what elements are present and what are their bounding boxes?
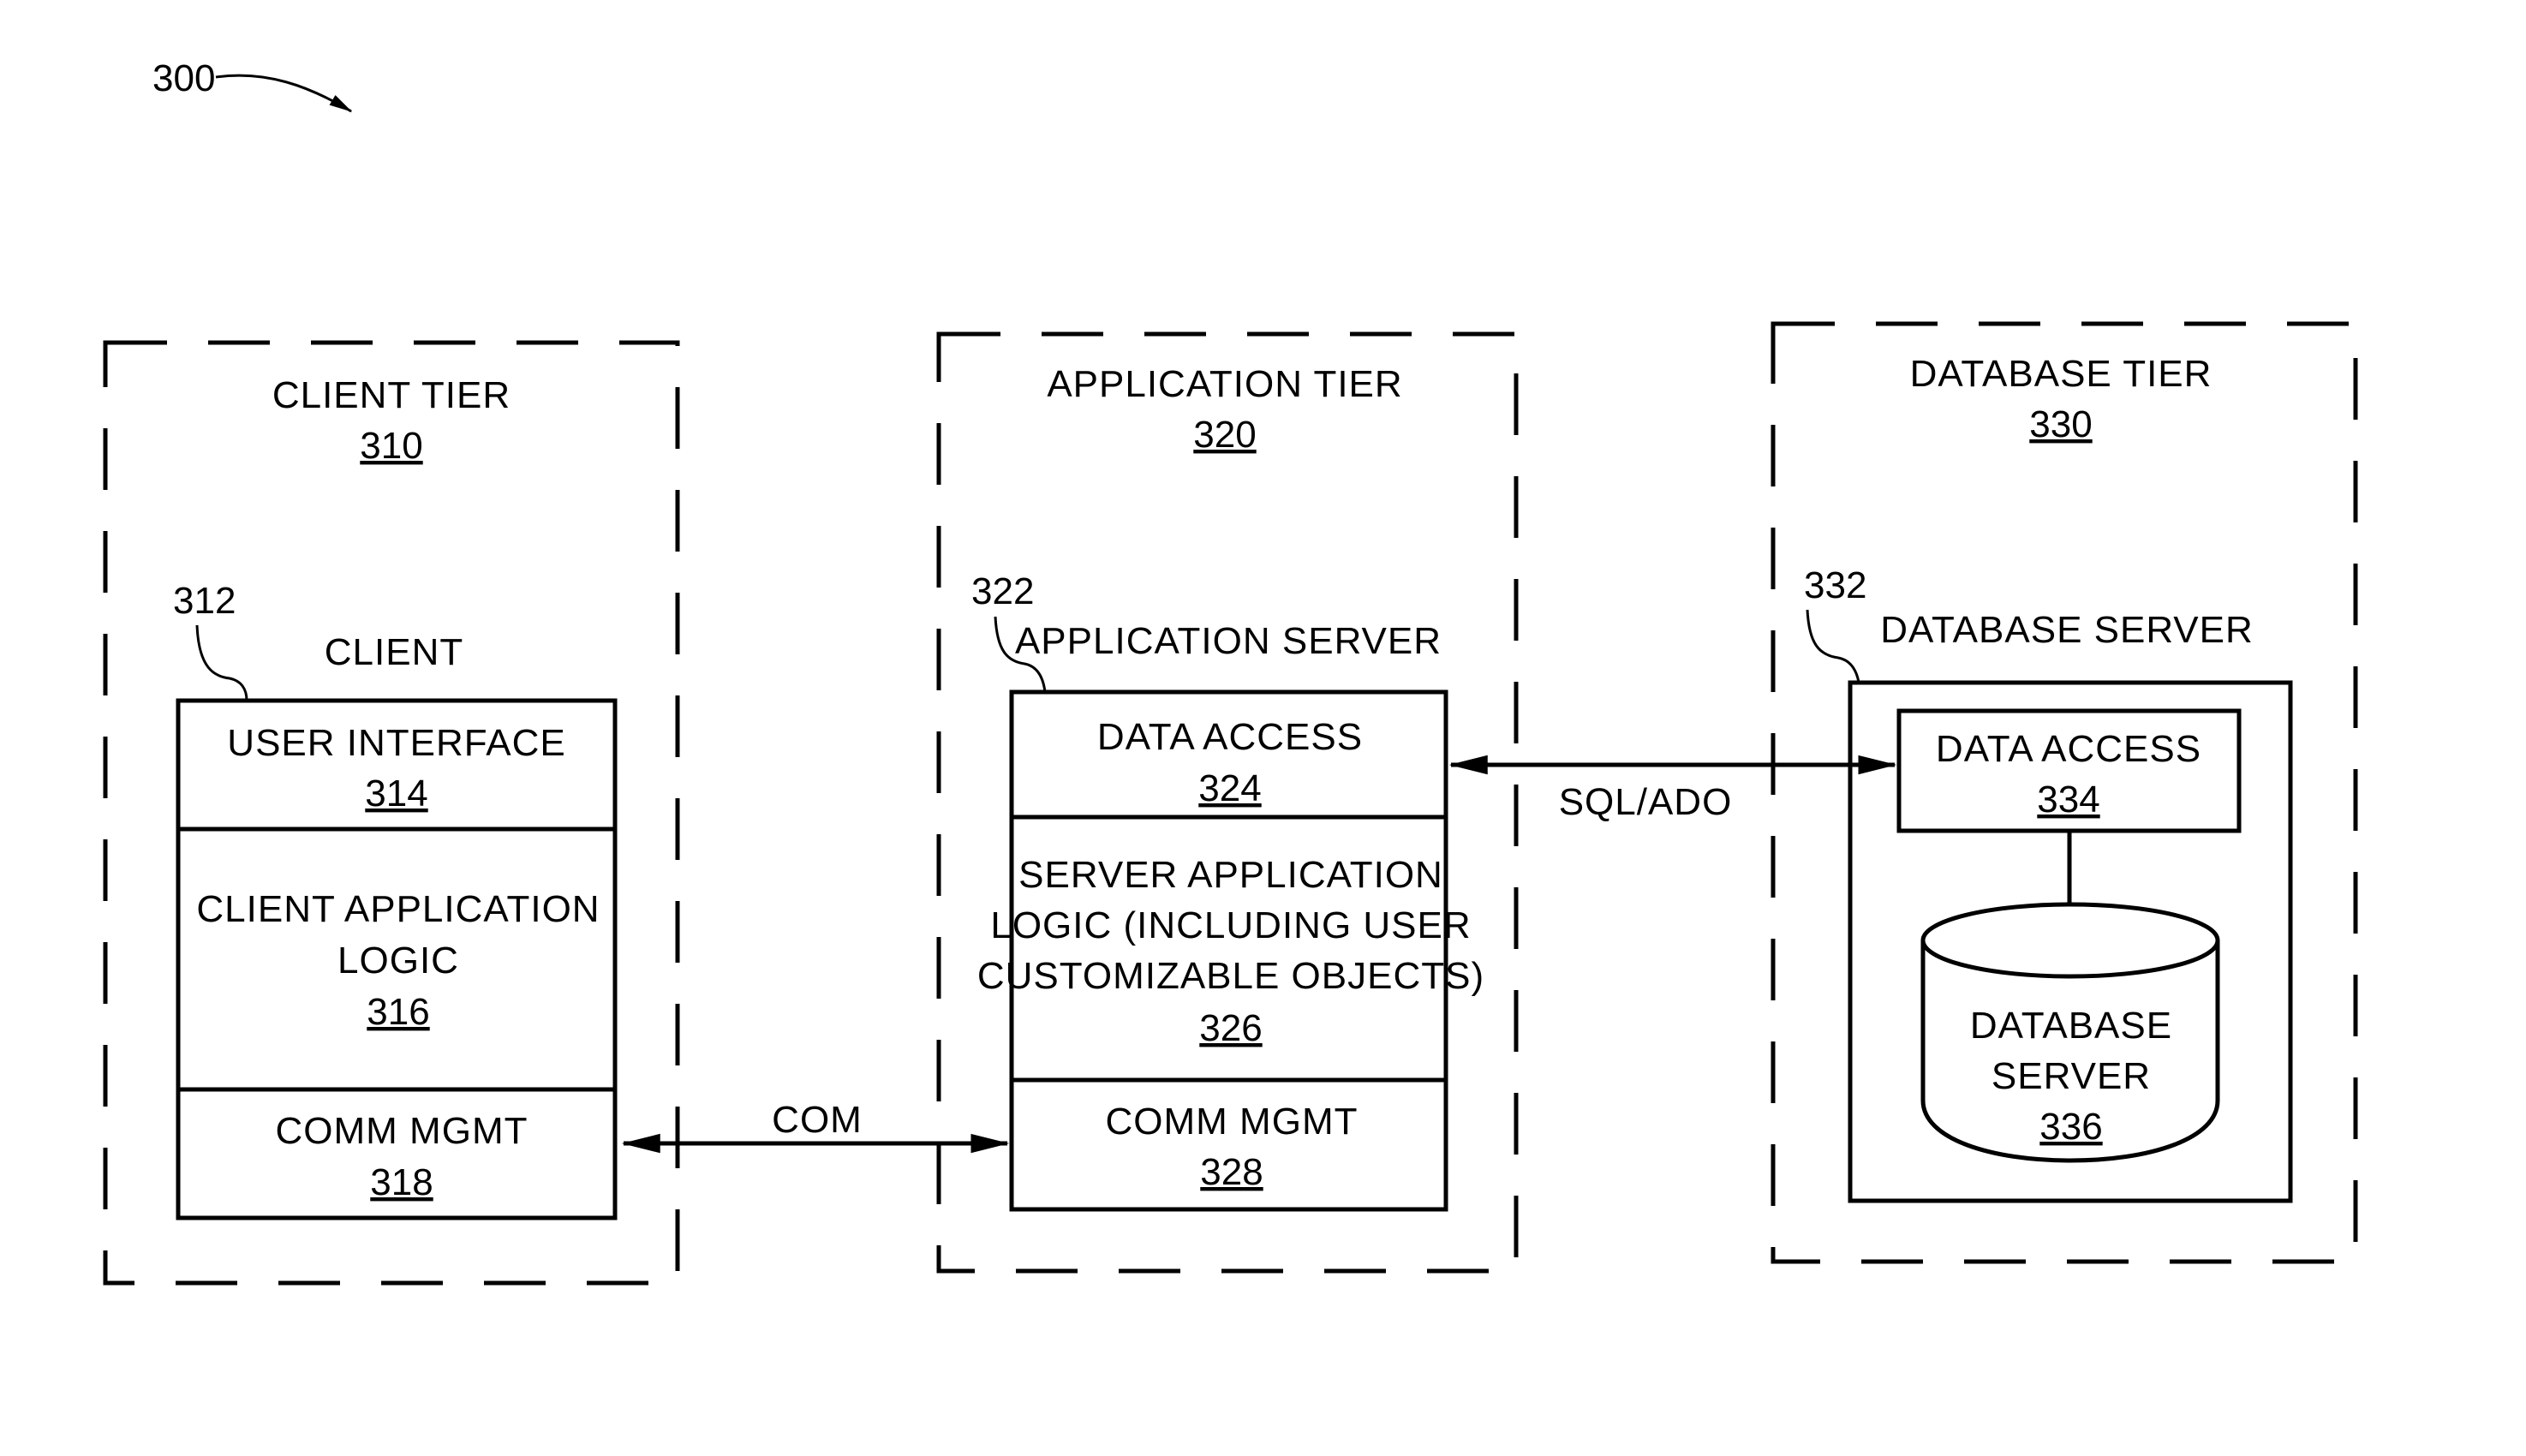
- application-tier-title: APPLICATION TIER: [1047, 363, 1402, 405]
- com-label: COM: [772, 1099, 863, 1141]
- client-comm-mgmt-label: COMM MGMT: [276, 1110, 528, 1152]
- client-box: USER INTERFACE 314 CLIENT APPLICATION LO…: [176, 698, 618, 1220]
- figure-reference: 300: [152, 57, 353, 113]
- client-comm-mgmt-ref: 318: [370, 1161, 433, 1203]
- application-tier: APPLICATION TIER 320 322 APPLICATION SER…: [936, 331, 1519, 1274]
- db-data-access-ref: 334: [2037, 779, 2099, 820]
- client-app-logic-label-line2: LOGIC: [337, 940, 459, 982]
- sql-ado-label: SQL/ADO: [1559, 781, 1733, 823]
- database-cylinder-top: [1920, 902, 2220, 979]
- database-cylinder[interactable]: DATABASE SERVER 336: [1920, 902, 2220, 1163]
- database-label-line1: DATABASE: [1970, 1005, 2172, 1047]
- server-app-logic-label-line3: CUSTOMIZABLE OBJECTS): [977, 955, 1484, 997]
- client-tier-title: CLIENT TIER: [272, 374, 511, 416]
- user-interface-ref: 314: [365, 773, 427, 815]
- client-tier: CLIENT TIER 310 312 CLIENT USER INTERFAC…: [103, 340, 680, 1286]
- app-comm-mgmt-label: COMM MGMT: [1106, 1101, 1359, 1143]
- application-server-ref: 322: [971, 570, 1034, 612]
- com-connection[interactable]: COM: [621, 1099, 1010, 1154]
- server-app-logic-ref: 326: [1199, 1007, 1262, 1049]
- client-app-logic-ref: 316: [367, 991, 429, 1033]
- server-app-logic-label-line1: SERVER APPLICATION: [1018, 854, 1443, 896]
- database-label-line2: SERVER: [1992, 1055, 2151, 1097]
- database-server-leader-line: [1806, 609, 1860, 683]
- server-app-logic-label-line2: LOGIC (INCLUDING USER: [990, 904, 1471, 946]
- application-server-title: APPLICATION SERVER: [1015, 620, 1442, 662]
- database-tier-ref: 330: [2029, 403, 2092, 445]
- database-tier: DATABASE TIER 330 332 DATABASE SERVER DA…: [1771, 321, 2358, 1264]
- architecture-diagram: 300 CLIENT TIER 310 312 CLIENT USER INTE…: [103, 57, 2358, 1286]
- figure-ref-number: 300: [152, 57, 215, 99]
- db-data-access-box[interactable]: DATA ACCESS 334: [1896, 708, 2242, 833]
- application-tier-ref: 320: [1193, 414, 1256, 456]
- user-interface-label: USER INTERFACE: [227, 722, 565, 764]
- client-app-logic-label-line1: CLIENT APPLICATION: [196, 888, 600, 930]
- app-data-access-ref: 324: [1198, 767, 1261, 809]
- client-leader-line: [195, 624, 248, 701]
- client-title: CLIENT: [325, 631, 463, 673]
- figure-pointer-arrow: [215, 74, 353, 113]
- database-ref: 336: [2039, 1106, 2102, 1148]
- client-ref: 312: [173, 580, 236, 622]
- database-server-title: DATABASE SERVER: [1880, 609, 2254, 651]
- client-tier-ref: 310: [360, 425, 422, 467]
- app-data-access-label: DATA ACCESS: [1097, 716, 1363, 758]
- database-tier-title: DATABASE TIER: [1910, 353, 2212, 395]
- database-server-box: DATA ACCESS 334 DATABASE SERVER 336: [1848, 680, 2293, 1203]
- db-data-access-label: DATA ACCESS: [1936, 728, 2201, 770]
- application-server-box: DATA ACCESS 324 SERVER APPLICATION LOGIC…: [977, 689, 1484, 1212]
- app-comm-mgmt-ref: 328: [1200, 1151, 1263, 1193]
- database-server-ref: 332: [1804, 564, 1866, 606]
